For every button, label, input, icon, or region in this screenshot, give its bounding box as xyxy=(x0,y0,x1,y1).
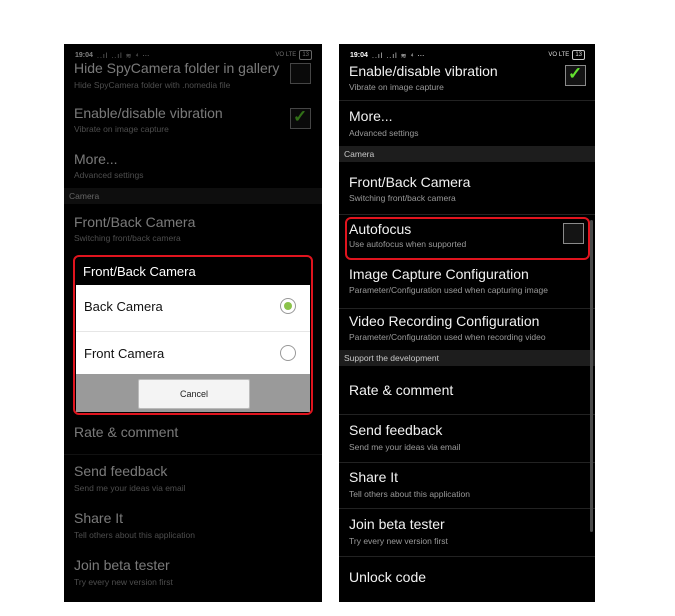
network-label: VO LTE xyxy=(548,52,570,58)
divider xyxy=(339,462,595,463)
setting-subtitle: Advanced settings xyxy=(349,128,419,138)
divider xyxy=(339,414,595,415)
divider xyxy=(339,308,595,309)
setting-title: More... xyxy=(349,108,393,124)
setting-title: Video Recording Configuration xyxy=(349,313,540,329)
setting-subtitle: Parameter/Configuration used when record… xyxy=(349,332,546,342)
left-phone-screen: 19:04 ..ıl ..ıl ≋ ⁴ ⋯ VO LTE13 Hide SpyC… xyxy=(64,44,322,602)
status-time: 19:04 xyxy=(350,52,368,59)
vibration-checkbox[interactable] xyxy=(565,64,586,86)
setting-beta[interactable]: Join beta tester Try every new version f… xyxy=(339,512,595,556)
setting-subtitle: Parameter/Configuration used when captur… xyxy=(349,285,548,295)
setting-subtitle: Tell others about this application xyxy=(349,489,470,499)
setting-subtitle: Vibrate on image capture xyxy=(349,82,444,92)
section-support: Support the development xyxy=(339,350,595,366)
setting-share[interactable]: Share It Tell others about this applicat… xyxy=(339,464,595,508)
setting-title: Join beta tester xyxy=(349,516,445,532)
divider xyxy=(339,556,595,557)
setting-subtitle: Try every new version first xyxy=(349,536,448,546)
setting-title: Share It xyxy=(349,469,399,485)
dialog-highlight-frame xyxy=(73,255,313,415)
divider xyxy=(339,508,595,509)
setting-title: Rate & comment xyxy=(349,382,454,398)
setting-front-back[interactable]: Front/Back Camera Switching front/back c… xyxy=(339,168,595,212)
battery-icon: 13 xyxy=(572,50,585,60)
section-camera: Camera xyxy=(339,146,595,162)
setting-vibration[interactable]: Enable/disable vibration Vibrate on imag… xyxy=(339,62,595,100)
setting-title: Front/Back Camera xyxy=(349,174,471,190)
setting-image-capture-config[interactable]: Image Capture Configuration Parameter/Co… xyxy=(339,262,595,306)
scrollbar[interactable] xyxy=(590,220,593,532)
right-phone-screen: 19:04 ..ıl ..ıl ≋ ⁴ ⋯ VO LTE 13 Enable/di… xyxy=(339,44,595,602)
autofocus-highlight-frame xyxy=(345,217,590,260)
setting-more[interactable]: More... Advanced settings xyxy=(339,104,595,146)
setting-subtitle: Send me your ideas via email xyxy=(349,442,461,452)
setting-subtitle: Switching front/back camera xyxy=(349,193,456,203)
setting-title: Enable/disable vibration xyxy=(349,63,498,79)
setting-unlock-code[interactable]: Unlock code xyxy=(339,558,595,598)
status-bar: 19:04 ..ıl ..ıl ≋ ⁴ ⋯ VO LTE13 xyxy=(339,44,595,62)
divider xyxy=(339,214,595,215)
signal-icons: ..ıl ..ıl ≋ ⁴ ⋯ xyxy=(372,53,426,60)
setting-feedback[interactable]: Send feedback Send me your ideas via ema… xyxy=(339,418,595,462)
setting-title: Unlock code xyxy=(349,569,427,585)
setting-title: Image Capture Configuration xyxy=(349,266,529,282)
setting-title: Send feedback xyxy=(349,422,443,438)
setting-video-recording-config[interactable]: Video Recording Configuration Parameter/… xyxy=(339,310,595,350)
setting-rate[interactable]: Rate & comment xyxy=(339,370,595,412)
divider xyxy=(339,100,595,101)
